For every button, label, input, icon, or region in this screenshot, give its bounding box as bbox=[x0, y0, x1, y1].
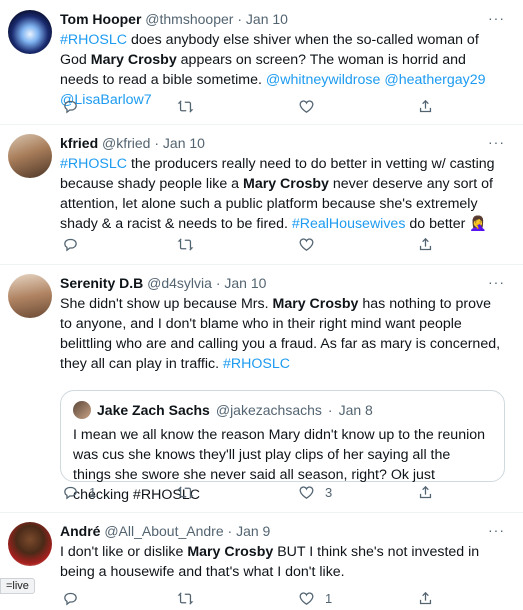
text-segment: I don't like or dislike bbox=[60, 544, 188, 560]
text-segment: do better 🤦‍♀️ bbox=[405, 216, 487, 232]
retweet-icon bbox=[177, 486, 194, 499]
separator: · bbox=[154, 135, 160, 151]
browser-status-bar: =live bbox=[0, 578, 35, 594]
tweet[interactable]: André @All_About_Andre · Jan 9 ··· I don… bbox=[0, 512, 523, 606]
hashtag-link[interactable]: #RHOSLC bbox=[60, 156, 127, 172]
tweet-text: #RHOSLC the producers really need to do … bbox=[60, 154, 505, 234]
tweet-actions bbox=[60, 236, 505, 256]
share-button[interactable] bbox=[417, 484, 434, 501]
text-segment: She didn't show up because Mrs. bbox=[60, 296, 273, 312]
tweet-header: Tom Hooper @thmshooper · Jan 10 bbox=[60, 10, 505, 28]
tweet-header: Serenity D.B @d4sylvia · Jan 10 bbox=[60, 274, 505, 292]
avatar[interactable] bbox=[8, 134, 52, 178]
tweet-header: André @All_About_Andre · Jan 9 bbox=[60, 522, 505, 540]
like-icon bbox=[299, 486, 314, 499]
retweet-button[interactable] bbox=[177, 590, 194, 607]
reply-button[interactable] bbox=[62, 236, 79, 253]
tweet-date[interactable]: Jan 10 bbox=[224, 275, 266, 291]
more-options-icon[interactable]: ··· bbox=[488, 134, 505, 150]
author-name[interactable]: Tom Hooper bbox=[60, 11, 141, 27]
highlighted-term: Mary Crosby bbox=[243, 176, 329, 192]
highlighted-term: Mary Crosby bbox=[272, 296, 359, 312]
like-button[interactable]: 1 bbox=[298, 590, 332, 607]
reply-icon bbox=[64, 100, 77, 114]
more-options-icon[interactable]: ··· bbox=[488, 10, 505, 26]
share-button[interactable] bbox=[417, 590, 434, 607]
separator: · bbox=[327, 402, 333, 418]
share-icon bbox=[419, 591, 432, 605]
avatar[interactable] bbox=[8, 10, 52, 54]
reply-icon bbox=[64, 238, 77, 252]
reply-icon bbox=[64, 486, 77, 500]
share-icon bbox=[419, 99, 432, 113]
tweet-header: kfried @kfried · Jan 10 bbox=[60, 134, 505, 152]
share-button[interactable] bbox=[417, 236, 434, 253]
reply-button[interactable]: 1 bbox=[62, 484, 96, 501]
tweet-date[interactable]: Jan 10 bbox=[246, 11, 288, 27]
retweet-button[interactable] bbox=[177, 484, 194, 501]
more-options-icon[interactable]: ··· bbox=[488, 274, 505, 290]
separator: · bbox=[215, 275, 221, 291]
hashtag-link[interactable]: #RHOSLC bbox=[60, 32, 127, 48]
retweet-icon bbox=[177, 592, 194, 605]
like-button[interactable] bbox=[298, 98, 315, 115]
avatar[interactable] bbox=[8, 522, 52, 566]
avatar[interactable] bbox=[8, 274, 52, 318]
retweet-icon bbox=[177, 100, 194, 113]
author-handle[interactable]: @All_About_Andre bbox=[104, 523, 223, 539]
separator: · bbox=[237, 11, 243, 27]
share-icon bbox=[419, 485, 432, 499]
quoted-author-handle: @jakezachsachs bbox=[215, 402, 322, 418]
tweet-text: She didn't show up because Mrs. Mary Cro… bbox=[60, 294, 505, 374]
quoted-date: Jan 8 bbox=[338, 402, 373, 418]
more-options-icon[interactable]: ··· bbox=[488, 522, 505, 538]
retweet-button[interactable] bbox=[177, 236, 194, 253]
highlighted-term: Mary Crosby bbox=[187, 544, 274, 560]
share-icon bbox=[419, 237, 432, 251]
highlighted-term: Mary Crosby bbox=[90, 52, 177, 68]
separator: · bbox=[227, 523, 233, 539]
author-name[interactable]: kfried bbox=[60, 135, 98, 151]
like-icon bbox=[299, 100, 314, 113]
like-button[interactable] bbox=[298, 236, 315, 253]
share-button[interactable] bbox=[417, 98, 434, 115]
quoted-avatar bbox=[73, 401, 91, 419]
author-handle[interactable]: @kfried bbox=[102, 135, 150, 151]
author-name[interactable]: André bbox=[60, 523, 100, 539]
like-count: 1 bbox=[325, 591, 333, 606]
tweet[interactable]: Serenity D.B @d4sylvia · Jan 10 ··· She … bbox=[0, 264, 523, 513]
like-button[interactable]: 3 bbox=[298, 484, 332, 501]
author-handle[interactable]: @d4sylvia bbox=[147, 275, 212, 291]
reply-icon bbox=[64, 592, 77, 606]
tweet-text: I don't like or dislike Mary Crosby BUT … bbox=[60, 542, 505, 582]
tweet-actions: 1 3 bbox=[60, 484, 505, 504]
author-name[interactable]: Serenity D.B bbox=[60, 275, 143, 291]
quoted-tweet-header: Jake Zach Sachs @jakezachsachs · Jan 8 bbox=[73, 401, 373, 419]
reply-count: 1 bbox=[89, 485, 97, 500]
tweet-date[interactable]: Jan 9 bbox=[236, 523, 270, 539]
retweet-icon bbox=[177, 238, 194, 251]
like-count: 3 bbox=[325, 485, 333, 500]
tweet-actions: 1 bbox=[60, 590, 505, 610]
hashtag-link[interactable]: #RealHousewives bbox=[292, 216, 406, 232]
reply-button[interactable] bbox=[62, 98, 79, 115]
retweet-button[interactable] bbox=[177, 98, 194, 115]
like-icon bbox=[299, 238, 314, 251]
reply-button[interactable] bbox=[62, 590, 79, 607]
tweet[interactable]: Tom Hooper @thmshooper · Jan 10 ··· #RHO… bbox=[0, 0, 523, 125]
tweet-actions bbox=[60, 98, 505, 118]
author-handle[interactable]: @thmshooper bbox=[145, 11, 233, 27]
tweet[interactable]: kfried @kfried · Jan 10 ··· #RHOSLC the … bbox=[0, 124, 523, 265]
quoted-tweet[interactable]: Jake Zach Sachs @jakezachsachs · Jan 8 I… bbox=[60, 390, 505, 503]
tweet-date[interactable]: Jan 10 bbox=[163, 135, 205, 151]
like-icon bbox=[299, 592, 314, 605]
quoted-author-name: Jake Zach Sachs bbox=[97, 402, 210, 418]
hashtag-link[interactable]: #RHOSLC bbox=[223, 356, 290, 372]
